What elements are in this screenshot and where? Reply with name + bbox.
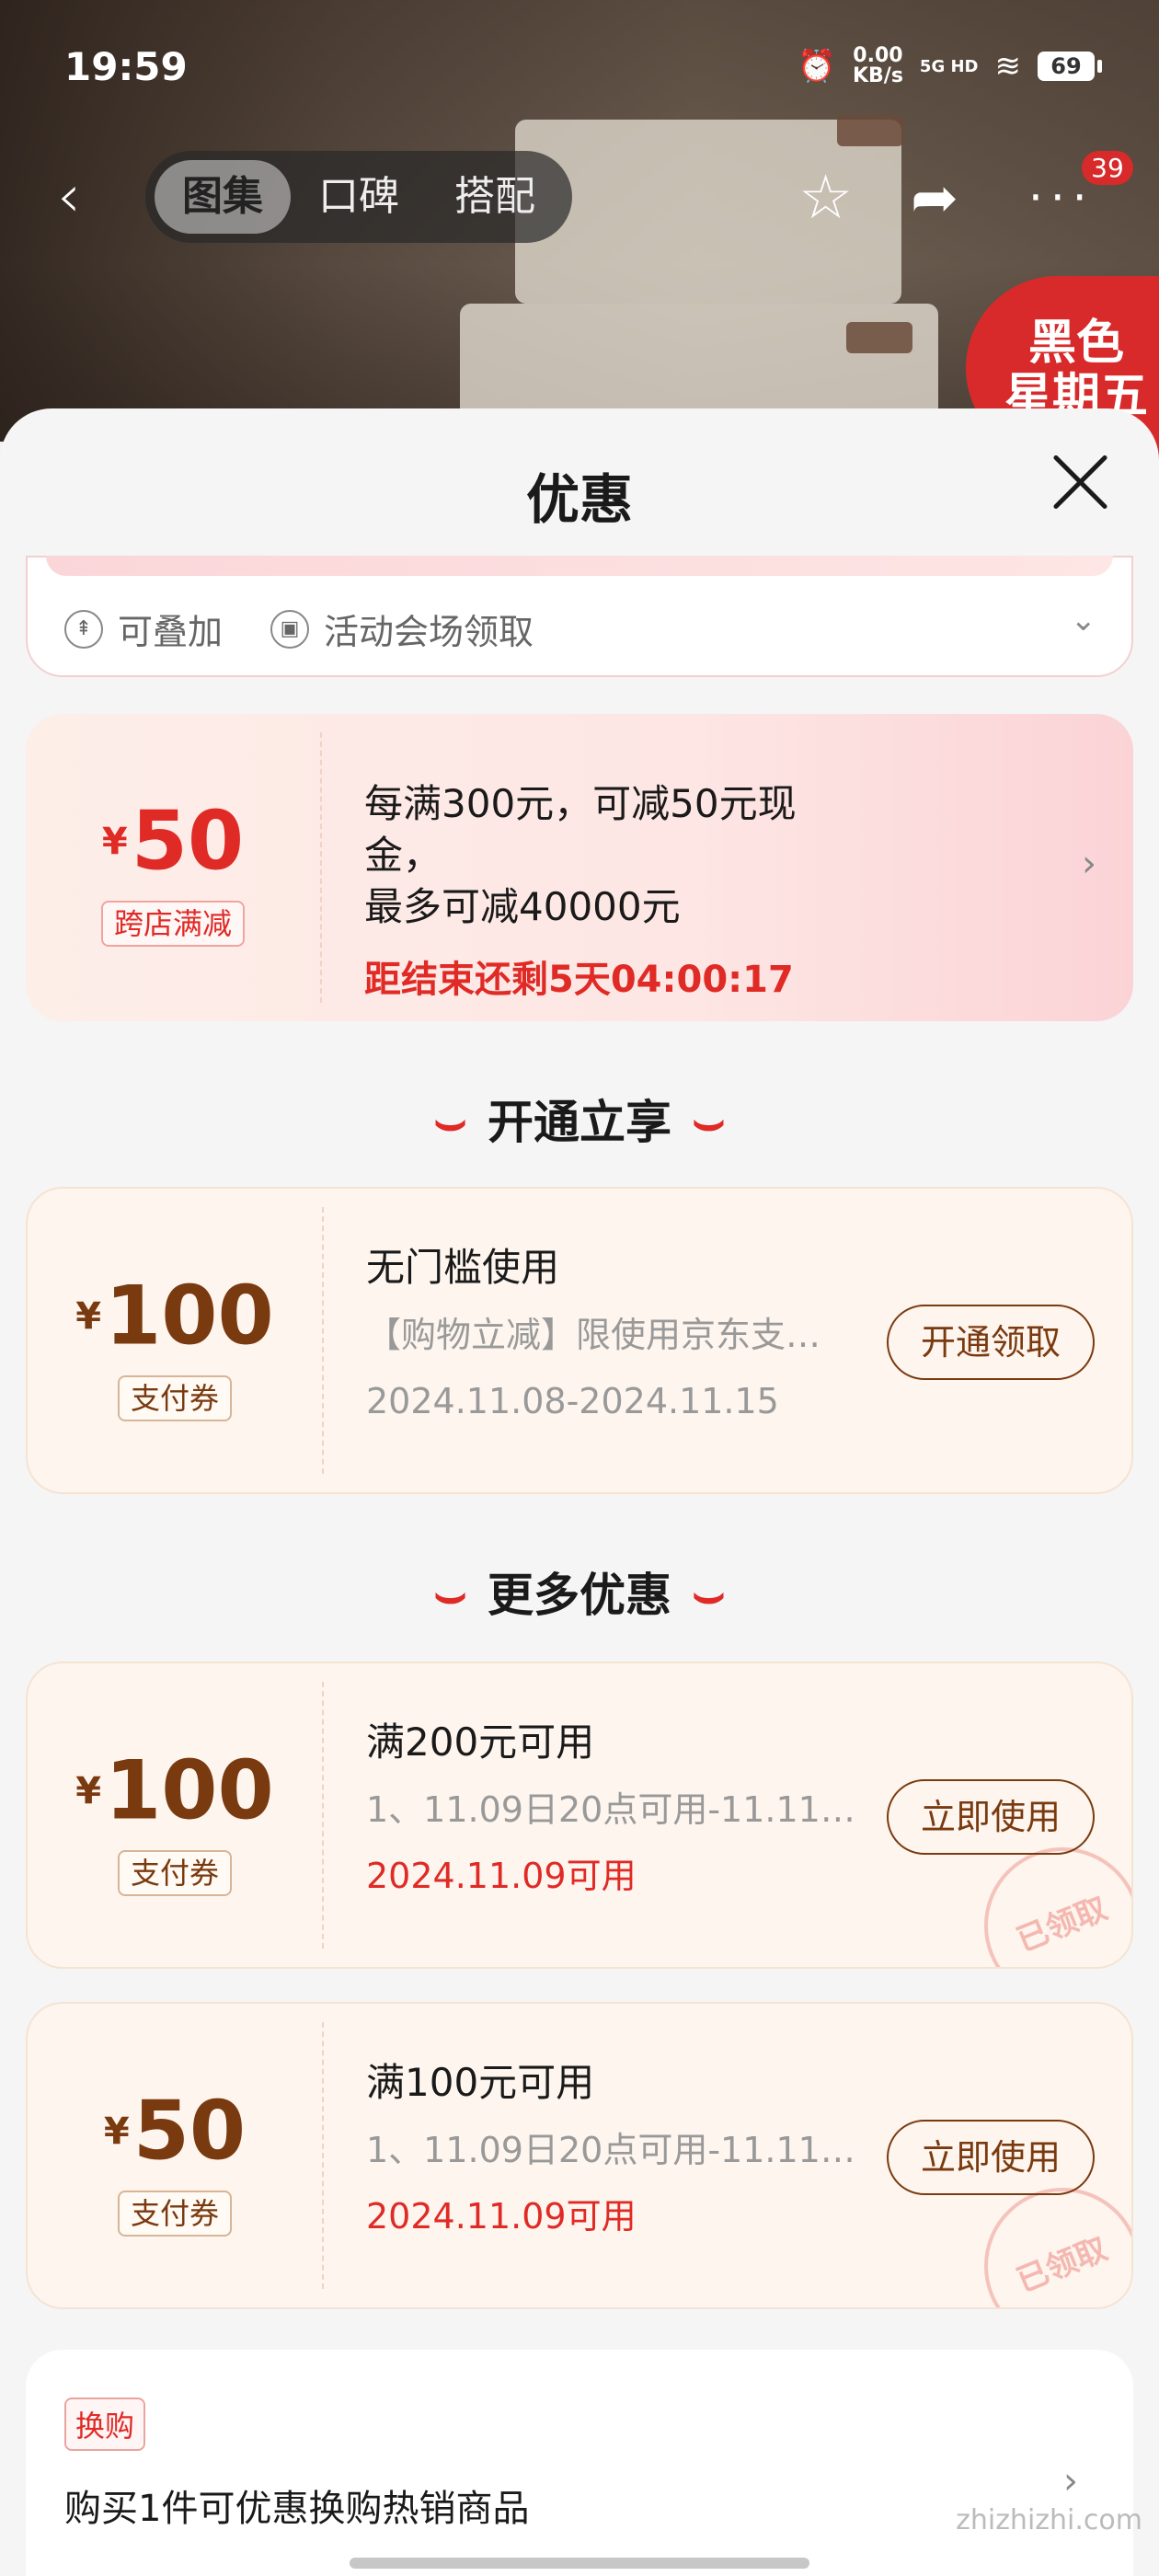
coupon-amount-area: ¥50 支付券 bbox=[28, 2004, 322, 2307]
tab-gallery[interactable]: 图集 bbox=[155, 160, 291, 234]
sheet-title: 优惠 bbox=[525, 468, 633, 531]
wifi-icon: ≋ bbox=[994, 48, 1022, 85]
smile-icon: ⌣ bbox=[433, 1564, 467, 1624]
coupon-type-tag: 支付券 bbox=[117, 1849, 232, 1896]
coupon-amount: ¥50 bbox=[26, 795, 320, 888]
discount-rule-line2: 最多可减40000元 bbox=[364, 884, 681, 929]
tag-venue: 活动会场领取 bbox=[324, 612, 534, 652]
activity-coupon-card[interactable]: ⇞ 可叠加 ▣ 活动会场领取 ⌄ bbox=[26, 556, 1133, 677]
coupon-amount-area: ¥100 支付券 bbox=[28, 1189, 322, 1492]
section-header-open: ⌣ 开通立享 ⌣ bbox=[0, 1086, 1159, 1152]
coupon-info: 每满300元，可减50元现金， 最多可减40000元 距结束还剩5天04:00:… bbox=[364, 778, 861, 1003]
coupon-amount-area: ¥50 跨店满减 bbox=[26, 714, 320, 1021]
coupon-type-tag: 支付券 bbox=[117, 2190, 232, 2237]
net-speed-unit: KB/s bbox=[852, 64, 903, 87]
dashed-divider bbox=[322, 1207, 324, 1474]
coupon-amount: ¥100 bbox=[28, 1744, 322, 1837]
tag-stackable: 可叠加 bbox=[118, 612, 224, 652]
card-strip bbox=[46, 556, 1113, 576]
box-handle bbox=[846, 322, 912, 353]
section-header-more: ⌣ 更多优惠 ⌣ bbox=[0, 1558, 1159, 1625]
coupon-date: 2024.11.09可用 bbox=[366, 2196, 637, 2237]
net-speed-value: 0.00 bbox=[853, 44, 903, 67]
coupon-info: 满100元可用 1、11.09日20点可用-11.11… 2024.11.09可… bbox=[366, 2057, 863, 2241]
discount-rule-line1: 每满300元，可减50元现金， bbox=[364, 781, 797, 878]
coupon-info: 无门槛使用 【购物立减】限使用京东支… 2024.11.08-2024.11.1… bbox=[366, 1242, 863, 1426]
payment-coupon-card[interactable]: ¥100 支付券 满200元可用 1、11.09日20点可用-11.11… 20… bbox=[26, 1662, 1133, 1969]
signal-icon: 5G HD bbox=[919, 56, 979, 76]
favorite-star-icon[interactable]: ☆ bbox=[798, 162, 853, 233]
chevron-right-icon[interactable]: › bbox=[1082, 843, 1096, 885]
media-tabs: 图集 口碑 搭配 bbox=[145, 151, 572, 243]
coupon-info: 满200元可用 1、11.09日20点可用-11.11… 2024.11.09可… bbox=[366, 1717, 863, 1901]
swap-tag: 换购 bbox=[64, 2398, 146, 2451]
smile-icon: ⌣ bbox=[692, 1564, 726, 1624]
swap-purchase-card[interactable]: 换购 购买1件可优惠换购热销商品 › bbox=[26, 2350, 1133, 2576]
coupon-desc: 【购物立减】限使用京东支… bbox=[366, 1315, 821, 1355]
ticket-icon: ▣ bbox=[270, 609, 310, 649]
open-claim-button[interactable]: 开通领取 bbox=[887, 1305, 1095, 1380]
coupon-desc: 1、11.09日20点可用-11.11… bbox=[366, 2130, 855, 2170]
status-time: 19:59 bbox=[64, 44, 188, 89]
cross-store-discount-card[interactable]: ¥50 跨店满减 每满300元，可减50元现金， 最多可减40000元 距结束还… bbox=[26, 714, 1133, 1021]
currency-symbol: ¥ bbox=[75, 1294, 102, 1338]
badge-line1: 黑色 bbox=[1027, 316, 1124, 371]
coupon-title: 满200元可用 bbox=[366, 1719, 595, 1765]
coupon-date: 2024.11.09可用 bbox=[366, 1856, 637, 1896]
amount-value: 50 bbox=[132, 2083, 247, 2179]
home-indicator[interactable] bbox=[350, 2558, 809, 2569]
section-title: 更多优惠 bbox=[488, 1569, 671, 1622]
chevron-right-icon[interactable]: › bbox=[1063, 2460, 1078, 2502]
coupon-date: 2024.11.08-2024.11.15 bbox=[366, 1381, 779, 1421]
use-now-button[interactable]: 立即使用 bbox=[887, 2120, 1095, 2195]
message-count-badge: 39 bbox=[1082, 151, 1133, 185]
close-icon[interactable] bbox=[1047, 449, 1113, 515]
payment-coupon-card[interactable]: ¥100 支付券 无门槛使用 【购物立减】限使用京东支… 2024.11.08-… bbox=[26, 1187, 1133, 1494]
box-handle bbox=[837, 115, 903, 146]
alarm-icon: ⏰ bbox=[797, 48, 836, 85]
discount-sheet: 优惠 ⇞ 可叠加 ▣ 活动会场领取 ⌄ ¥50 跨店满减 每满300元，可减50… bbox=[0, 408, 1159, 2576]
stack-icon: ⇞ bbox=[64, 609, 103, 649]
section-title: 开通立享 bbox=[488, 1096, 671, 1149]
dashed-divider bbox=[322, 1682, 324, 1949]
coupon-amount: ¥100 bbox=[28, 1270, 322, 1363]
coupon-type-tag: 跨店满减 bbox=[100, 900, 245, 947]
payment-coupon-card[interactable]: ¥50 支付券 满100元可用 1、11.09日20点可用-11.11… 202… bbox=[26, 2002, 1133, 2309]
currency-symbol: ¥ bbox=[103, 2110, 130, 2153]
use-now-button[interactable]: 立即使用 bbox=[887, 1779, 1095, 1855]
share-icon[interactable]: ➦ bbox=[911, 164, 958, 231]
net-speed: 0.00 KB/s bbox=[853, 46, 903, 86]
currency-symbol: ¥ bbox=[75, 1769, 102, 1812]
status-icons: ⏰ 0.00 KB/s 5G HD ≋ 69 bbox=[797, 46, 1102, 86]
currency-symbol: ¥ bbox=[101, 820, 128, 863]
coupon-type-tag: 支付券 bbox=[117, 1374, 232, 1421]
card-tags: ⇞ 可叠加 ▣ 活动会场领取 bbox=[64, 604, 534, 654]
back-icon[interactable]: ‹ bbox=[57, 167, 81, 226]
coupon-amount: ¥50 bbox=[28, 2085, 322, 2178]
chevron-down-icon[interactable]: ⌄ bbox=[1071, 602, 1097, 638]
watermark: zhizhizhi.com bbox=[956, 2504, 1142, 2536]
countdown-timer: 距结束还剩5天04:00:17 bbox=[364, 959, 794, 1001]
dashed-divider bbox=[322, 2022, 324, 2289]
coupon-title: 满100元可用 bbox=[366, 2060, 595, 2105]
battery-icon: 69 bbox=[1038, 52, 1102, 81]
smile-icon: ⌣ bbox=[692, 1091, 726, 1151]
amount-value: 100 bbox=[105, 1268, 274, 1363]
smile-icon: ⌣ bbox=[433, 1091, 467, 1151]
dashed-divider bbox=[320, 732, 322, 1003]
more-icon[interactable]: ··· bbox=[1028, 171, 1095, 224]
swap-description: 购买1件可优惠换购热销商品 bbox=[64, 2488, 530, 2530]
coupon-amount-area: ¥100 支付券 bbox=[28, 1663, 322, 1967]
coupon-desc: 1、11.09日20点可用-11.11… bbox=[366, 1789, 855, 1830]
amount-value: 100 bbox=[105, 1742, 274, 1838]
coupon-title: 无门槛使用 bbox=[366, 1245, 560, 1290]
tab-reviews[interactable]: 口碑 bbox=[291, 160, 427, 234]
product-page: 黑色 星期五 19:59 ⏰ 0.00 KB/s 5G HD ≋ 69 ‹ 图集… bbox=[0, 0, 1159, 2576]
amount-value: 50 bbox=[131, 793, 245, 889]
tab-match[interactable]: 搭配 bbox=[427, 160, 563, 234]
